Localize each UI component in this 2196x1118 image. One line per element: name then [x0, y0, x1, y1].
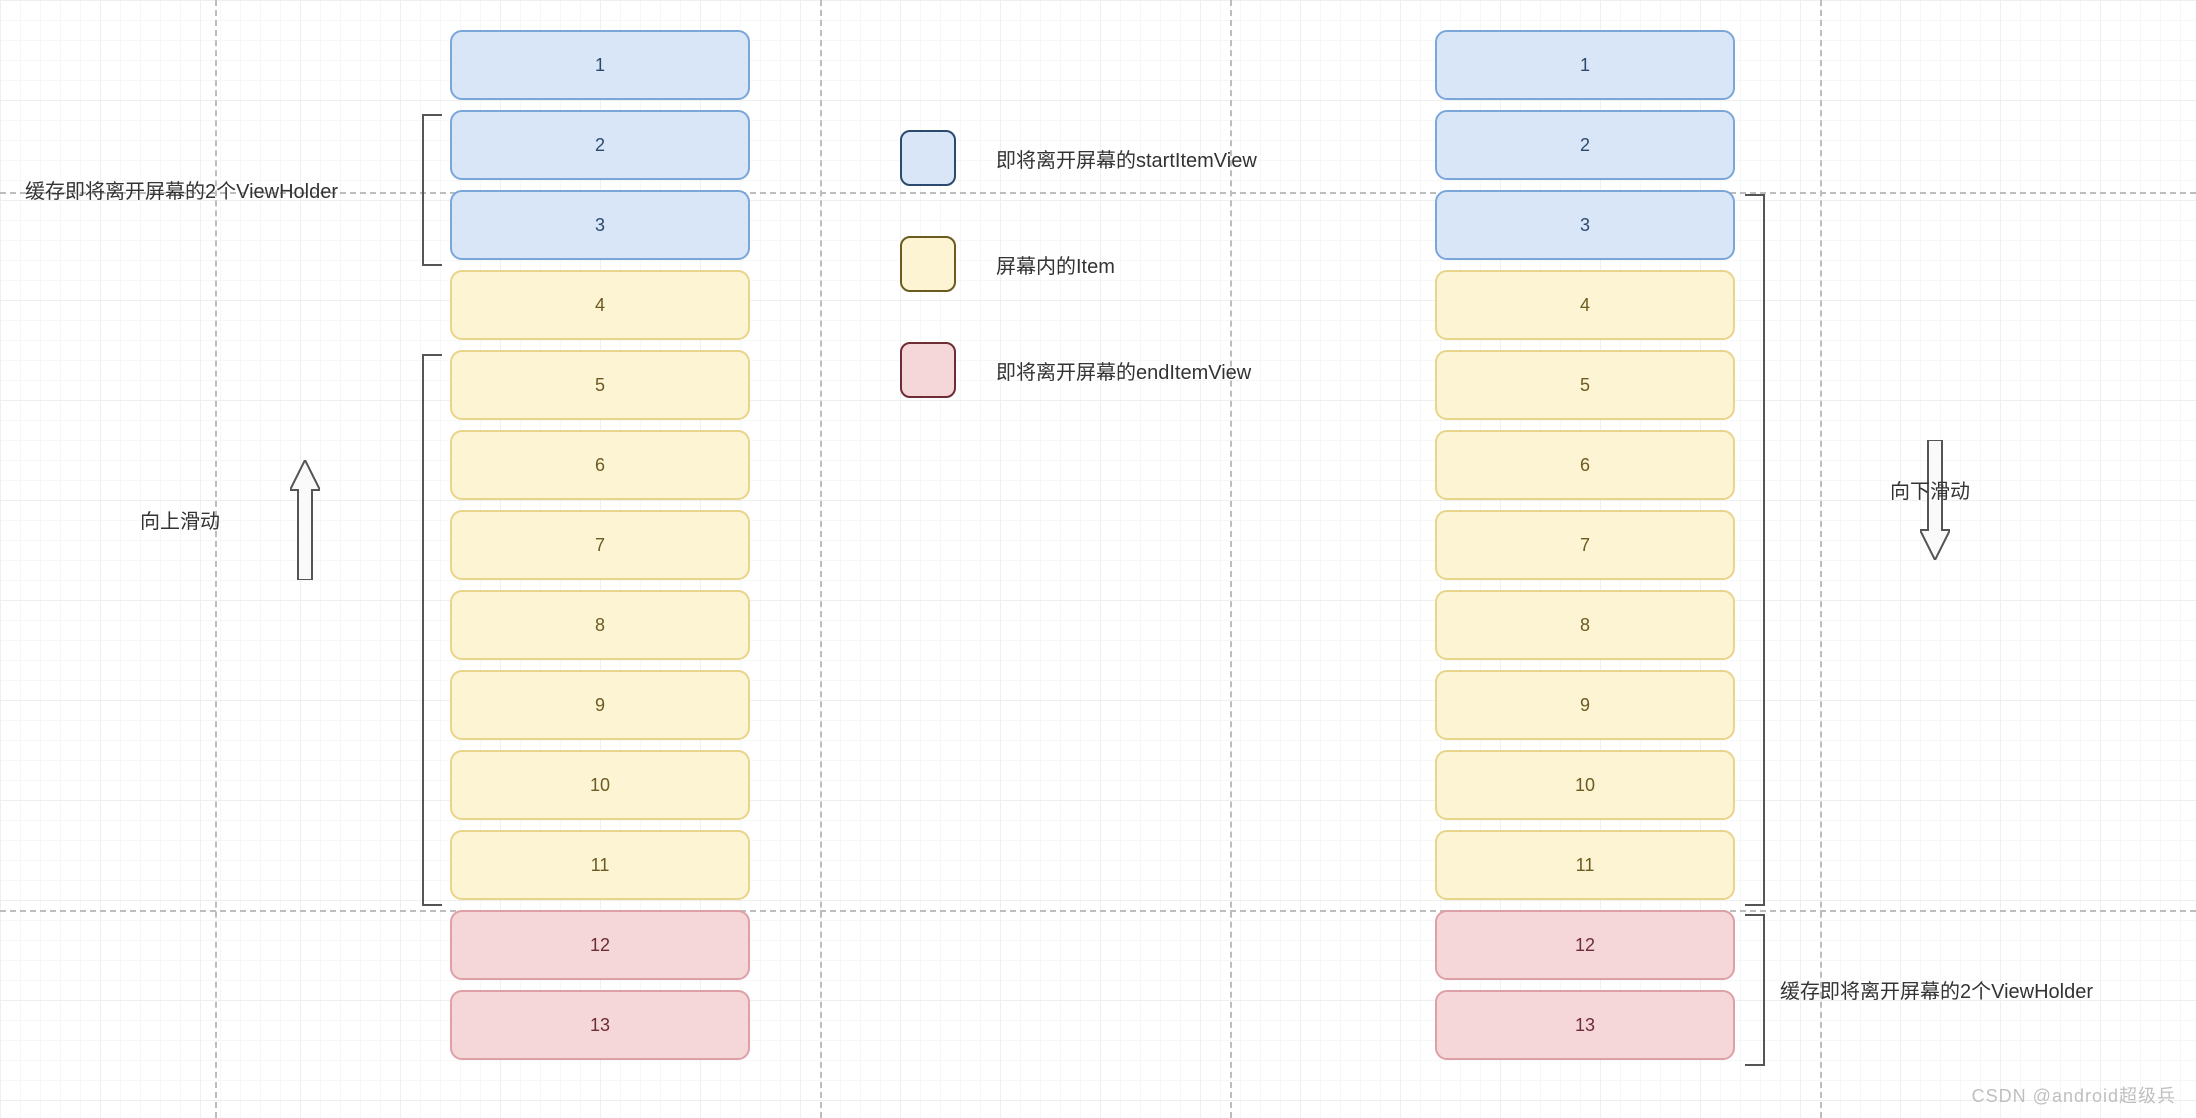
label-scroll-down: 向下滑动: [1890, 475, 1970, 504]
column-left: 1 2 3 4 5 6 7 8 9 10 11 12 13: [450, 30, 750, 1060]
list-item-left-9: 9: [450, 670, 750, 740]
list-item-right-4: 4: [1435, 270, 1735, 340]
list-item-left-3: 3: [450, 190, 750, 260]
item-label: 1: [595, 55, 605, 76]
list-item-left-2: 2: [450, 110, 750, 180]
item-label: 10: [590, 775, 610, 796]
legend-label-mid: 屏幕内的Item: [996, 250, 1115, 279]
item-label: 13: [590, 1015, 610, 1036]
bracket-screen-left: [422, 354, 442, 906]
dash-line-v-right2: [1820, 0, 1822, 1118]
item-label: 12: [590, 935, 610, 956]
item-label: 4: [595, 295, 605, 316]
item-label: 8: [595, 615, 605, 636]
dash-line-v-left: [215, 0, 217, 1118]
item-label: 2: [1580, 135, 1590, 156]
label-cache-right: 缓存即将离开屏幕的2个ViewHolder: [1780, 975, 2093, 1004]
list-item-right-10: 10: [1435, 750, 1735, 820]
list-item-left-4: 4: [450, 270, 750, 340]
item-label: 6: [1580, 455, 1590, 476]
item-label: 11: [591, 855, 610, 876]
column-right: 1 2 3 4 5 6 7 8 9 10 11 12 13: [1435, 30, 1735, 1060]
list-item-right-6: 6: [1435, 430, 1735, 500]
item-label: 7: [595, 535, 605, 556]
list-item-left-1: 1: [450, 30, 750, 100]
bracket-cache-left: [422, 114, 442, 266]
watermark: CSDN @android超级兵: [1972, 1082, 2176, 1108]
list-item-left-7: 7: [450, 510, 750, 580]
item-label: 9: [595, 695, 605, 716]
list-item-left-5: 5: [450, 350, 750, 420]
item-label: 3: [1580, 215, 1590, 236]
list-item-left-12: 12: [450, 910, 750, 980]
item-label: 12: [1575, 935, 1595, 956]
list-item-right-2: 2: [1435, 110, 1735, 180]
legend-row-start: 即将离开屏幕的startItemView: [900, 130, 1257, 186]
list-item-right-11: 11: [1435, 830, 1735, 900]
list-item-left-11: 11: [450, 830, 750, 900]
item-label: 13: [1575, 1015, 1595, 1036]
list-item-right-5: 5: [1435, 350, 1735, 420]
legend-label-end: 即将离开屏幕的endItemView: [996, 356, 1251, 385]
item-label: 5: [1580, 375, 1590, 396]
list-item-right-3: 3: [1435, 190, 1735, 260]
list-item-right-8: 8: [1435, 590, 1735, 660]
legend-swatch-pink: [900, 342, 956, 398]
bracket-cache-right: [1745, 914, 1765, 1066]
list-item-right-7: 7: [1435, 510, 1735, 580]
list-item-right-12: 12: [1435, 910, 1735, 980]
item-label: 9: [1580, 695, 1590, 716]
item-label: 8: [1580, 615, 1590, 636]
arrow-up-icon: [290, 460, 320, 580]
legend: 即将离开屏幕的startItemView 屏幕内的Item 即将离开屏幕的end…: [900, 130, 1257, 398]
list-item-right-1: 1: [1435, 30, 1735, 100]
list-item-left-8: 8: [450, 590, 750, 660]
item-label: 6: [595, 455, 605, 476]
legend-label-start: 即将离开屏幕的startItemView: [996, 144, 1257, 173]
list-item-right-13: 13: [1435, 990, 1735, 1060]
item-label: 2: [595, 135, 605, 156]
item-label: 11: [1576, 855, 1595, 876]
list-item-left-13: 13: [450, 990, 750, 1060]
legend-row-mid: 屏幕内的Item: [900, 236, 1257, 292]
legend-swatch-blue: [900, 130, 956, 186]
item-label: 5: [595, 375, 605, 396]
list-item-left-6: 6: [450, 430, 750, 500]
label-scroll-up: 向上滑动: [140, 505, 220, 534]
item-label: 3: [595, 215, 605, 236]
legend-swatch-yellow: [900, 236, 956, 292]
item-label: 10: [1575, 775, 1595, 796]
dash-line-bottom: [0, 910, 2196, 912]
list-item-right-9: 9: [1435, 670, 1735, 740]
label-cache-left: 缓存即将离开屏幕的2个ViewHolder: [25, 175, 338, 204]
legend-row-end: 即将离开屏幕的endItemView: [900, 342, 1257, 398]
list-item-left-10: 10: [450, 750, 750, 820]
bracket-screen-right: [1745, 194, 1765, 906]
item-label: 4: [1580, 295, 1590, 316]
item-label: 1: [1580, 55, 1590, 76]
dash-line-v-left2: [820, 0, 822, 1118]
item-label: 7: [1580, 535, 1590, 556]
